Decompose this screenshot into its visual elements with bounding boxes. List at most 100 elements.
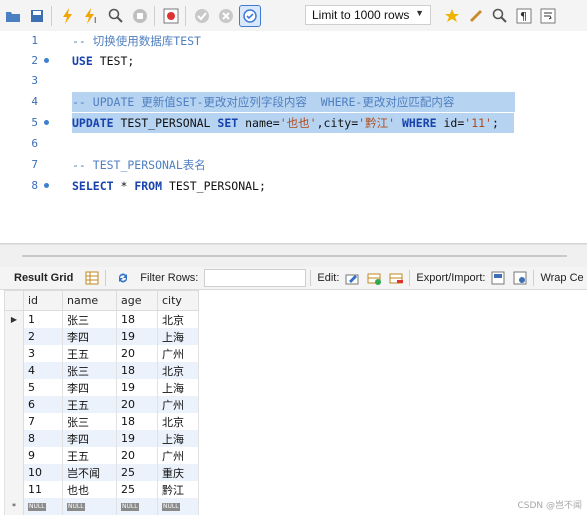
row-header[interactable]	[4, 481, 24, 498]
cell-id[interactable]: 9	[23, 447, 63, 464]
find-icon[interactable]	[489, 5, 511, 27]
cell-name[interactable]: 王五	[62, 345, 117, 362]
cell-age[interactable]: 19	[116, 430, 158, 447]
column-header-name[interactable]: name	[62, 290, 117, 311]
current-row-indicator-icon[interactable]: ▶	[4, 310, 24, 328]
import-icon[interactable]	[511, 269, 529, 287]
row-header[interactable]	[4, 413, 24, 430]
cell-id[interactable]: 8	[23, 430, 63, 447]
table-row[interactable]: 11 也也 25 黔江	[4, 481, 199, 498]
cell-city[interactable]: 重庆	[157, 464, 199, 481]
table-row[interactable]: ▶ 1 张三 18 北京	[4, 310, 199, 328]
sql-editor[interactable]: 1 -- 切换使用数据库TEST 2 USE TEST; 3 4 -- UPDA…	[0, 31, 587, 244]
cell-age[interactable]: 20	[116, 345, 158, 362]
cell-age[interactable]: 25	[116, 481, 158, 498]
filter-rows-input[interactable]	[204, 269, 307, 287]
stop-on-error-icon[interactable]	[160, 5, 182, 27]
null-cell[interactable]: NULL	[23, 498, 63, 515]
cell-age[interactable]: 25	[116, 464, 158, 481]
export-icon[interactable]	[489, 269, 507, 287]
beautify-icon[interactable]	[465, 5, 487, 27]
cell-age[interactable]: 20	[116, 396, 158, 413]
cell-city[interactable]: 北京	[157, 413, 199, 430]
cell-city[interactable]: 广州	[157, 447, 199, 464]
table-row[interactable]: 8 李四 19 上海	[4, 430, 199, 447]
column-header-age[interactable]: age	[116, 290, 158, 311]
execute-current-icon[interactable]: I	[81, 5, 103, 27]
stop-icon[interactable]	[129, 5, 151, 27]
explain-icon[interactable]	[105, 5, 127, 27]
cell-name[interactable]: 张三	[62, 310, 117, 328]
cell-city[interactable]: 北京	[157, 310, 199, 328]
cell-name[interactable]: 张三	[62, 362, 117, 379]
cell-id[interactable]: 2	[23, 328, 63, 345]
table-row[interactable]: 7 张三 18 北京	[4, 413, 199, 430]
execute-icon[interactable]	[57, 5, 79, 27]
table-row[interactable]: 10 岂不闻 25 重庆	[4, 464, 199, 481]
cell-id[interactable]: 5	[23, 379, 63, 396]
cell-city[interactable]: 广州	[157, 396, 199, 413]
cell-name[interactable]: 王五	[62, 396, 117, 413]
cell-city[interactable]: 北京	[157, 362, 199, 379]
cell-age[interactable]: 18	[116, 413, 158, 430]
cell-age[interactable]: 18	[116, 310, 158, 328]
row-header[interactable]	[4, 345, 24, 362]
row-header[interactable]	[4, 396, 24, 413]
word-wrap-icon[interactable]	[537, 5, 559, 27]
row-header[interactable]	[4, 447, 24, 464]
cell-city[interactable]: 上海	[157, 430, 199, 447]
result-grid-tab[interactable]: Result Grid	[0, 272, 79, 284]
cell-age[interactable]: 18	[116, 362, 158, 379]
cell-city[interactable]: 黔江	[157, 481, 199, 498]
grid-view-icon[interactable]	[83, 269, 101, 287]
cell-id[interactable]: 11	[23, 481, 63, 498]
column-header-id[interactable]: id	[23, 290, 63, 311]
row-header[interactable]	[4, 464, 24, 481]
add-snippet-icon[interactable]	[441, 5, 463, 27]
limit-rows-select[interactable]: Limit to 1000 rows ▼	[305, 5, 431, 25]
autocommit-toggle-icon[interactable]	[239, 4, 261, 27]
cell-age[interactable]: 19	[116, 328, 158, 345]
cell-city[interactable]: 广州	[157, 345, 199, 362]
save-icon[interactable]	[26, 5, 48, 27]
cell-id[interactable]: 3	[23, 345, 63, 362]
cell-age[interactable]: 19	[116, 379, 158, 396]
rollback-icon[interactable]	[215, 5, 237, 27]
cell-name[interactable]: 李四	[62, 328, 117, 345]
row-header[interactable]	[4, 379, 24, 396]
table-row[interactable]: 3 王五 20 广州	[4, 345, 199, 362]
table-row[interactable]: 2 李四 19 上海	[4, 328, 199, 345]
row-header[interactable]	[4, 430, 24, 447]
cell-id[interactable]: 1	[23, 310, 63, 328]
splitter-grip[interactable]	[22, 255, 567, 257]
cell-city[interactable]: 上海	[157, 328, 199, 345]
cell-name[interactable]: 也也	[62, 481, 117, 498]
null-cell[interactable]: NULL	[62, 498, 117, 515]
column-header-city[interactable]: city	[157, 290, 199, 311]
cell-age[interactable]: 20	[116, 447, 158, 464]
cell-name[interactable]: 李四	[62, 379, 117, 396]
cell-id[interactable]: 4	[23, 362, 63, 379]
cell-name[interactable]: 李四	[62, 430, 117, 447]
refresh-icon[interactable]	[114, 269, 132, 287]
table-row[interactable]: 9 王五 20 广州	[4, 447, 199, 464]
table-row[interactable]: 6 王五 20 广州	[4, 396, 199, 413]
cell-id[interactable]: 10	[23, 464, 63, 481]
open-folder-icon[interactable]	[2, 5, 24, 27]
edit-row-icon[interactable]	[343, 269, 361, 287]
delete-row-icon[interactable]	[387, 269, 405, 287]
cell-name[interactable]: 张三	[62, 413, 117, 430]
cell-id[interactable]: 7	[23, 413, 63, 430]
add-row-icon[interactable]	[365, 269, 383, 287]
null-cell[interactable]: NULL	[116, 498, 158, 515]
cell-city[interactable]: 上海	[157, 379, 199, 396]
panel-splitter[interactable]	[0, 244, 587, 268]
null-cell[interactable]: NULL	[157, 498, 199, 515]
cell-name[interactable]: 岂不闻	[62, 464, 117, 481]
table-row[interactable]: 5 李四 19 上海	[4, 379, 199, 396]
new-row[interactable]: * NULL NULL NULL NULL	[4, 498, 199, 515]
cell-id[interactable]: 6	[23, 396, 63, 413]
wrap-cell-label[interactable]: Wrap Ce	[540, 272, 583, 284]
cell-name[interactable]: 王五	[62, 447, 117, 464]
row-header[interactable]	[4, 328, 24, 345]
